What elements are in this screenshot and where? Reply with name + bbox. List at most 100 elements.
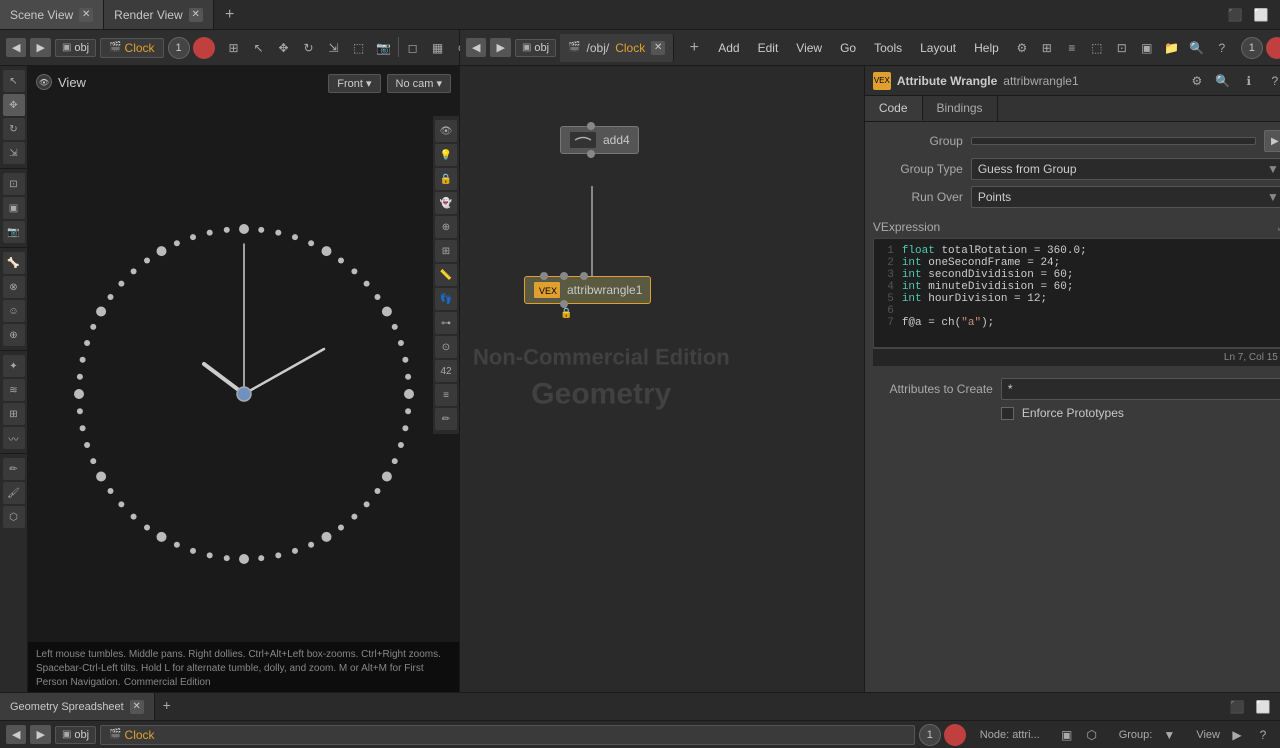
add4-node-box[interactable]: add4 (560, 126, 639, 154)
stroke-icon[interactable]: ≡ (435, 384, 457, 406)
node-mat-icon[interactable]: ⬡ (1081, 724, 1103, 746)
bone-icon[interactable]: 🦴 (3, 252, 25, 274)
add-tab-button[interactable]: + (218, 3, 242, 27)
group-input[interactable] (971, 137, 1256, 145)
transform-icon[interactable]: ⊡ (3, 173, 25, 195)
attribwrangle1-node[interactable]: VEX attribwrangle1 🔒 (524, 276, 651, 304)
view-play-icon[interactable]: ▶ (1226, 724, 1248, 746)
geometry-spreadsheet-tab[interactable]: Geometry Spreadsheet ✕ (0, 693, 155, 720)
front-dropdown[interactable]: Front ▾ (328, 74, 380, 93)
group-type-dropdown[interactable]: Guess from Group ▼ (971, 158, 1280, 180)
pose-icon[interactable]: ☺ (3, 300, 25, 322)
menu-view[interactable]: View (788, 38, 830, 58)
cloth-icon[interactable]: ⊞ (3, 403, 25, 425)
edit-icon[interactable]: ✏ (3, 458, 25, 480)
network-tool4-icon[interactable]: ⬚ (1086, 37, 1108, 59)
tab-bindings[interactable]: Bindings (923, 96, 998, 121)
move-tool-icon[interactable]: ✥ (3, 94, 25, 116)
record-button-bottom[interactable] (944, 724, 966, 746)
bottom-help-icon[interactable]: ? (1252, 724, 1274, 746)
tab-scene-view[interactable]: Scene View ✕ (0, 0, 104, 29)
forward-button-right[interactable]: ▶ (490, 38, 510, 57)
menu-help[interactable]: Help (966, 38, 1007, 58)
group-arrow-btn[interactable]: ▶ (1264, 130, 1280, 152)
menu-layout[interactable]: Layout (912, 38, 964, 58)
network-tool7-icon[interactable]: 📁 (1161, 37, 1183, 59)
network-tab-close[interactable]: ✕ (651, 41, 665, 55)
attrib-search-icon[interactable]: 🔍 (1212, 70, 1234, 92)
scene-view-tab-close[interactable]: ✕ (79, 8, 93, 22)
camera-tool-icon[interactable]: 📷 (3, 221, 25, 243)
maximize-icon[interactable]: ⬛ (1224, 4, 1246, 26)
menu-tools[interactable]: Tools (866, 38, 910, 58)
vex-editor[interactable]: 1 float totalRotation = 360.0; 2 int one… (873, 238, 1280, 348)
select-tool-icon[interactable]: ↖ (3, 70, 25, 92)
menu-go[interactable]: Go (832, 38, 864, 58)
measure-icon[interactable]: 📏 (435, 264, 457, 286)
clock-path-left[interactable]: 🎬 Clock (100, 38, 163, 58)
run-over-dropdown[interactable]: Points ▼ (971, 186, 1280, 208)
attrib-help-icon[interactable]: ? (1264, 70, 1280, 92)
forward-button[interactable]: ▶ (30, 38, 50, 57)
fluid-icon[interactable]: ≋ (3, 379, 25, 401)
menu-edit[interactable]: Edit (750, 38, 787, 58)
add-network-tab[interactable]: + (682, 36, 706, 60)
network-tool6-icon[interactable]: ▣ (1136, 37, 1158, 59)
camera-icon[interactable]: 📷 (373, 37, 395, 59)
move-icon[interactable]: ✥ (273, 37, 295, 59)
enforce-checkbox[interactable] (1001, 407, 1014, 420)
muscle-icon[interactable]: ⊕ (3, 324, 25, 346)
toggle-icon[interactable]: ⊙ (435, 336, 457, 358)
back-button[interactable]: ◀ (6, 38, 26, 57)
object-icon[interactable]: ▣ (3, 197, 25, 219)
scale-icon[interactable]: ⇲ (323, 37, 345, 59)
edit2-icon[interactable]: ✏ (435, 408, 457, 430)
node-disp-icon[interactable]: ▣ (1056, 724, 1078, 746)
ik-icon[interactable]: ⊗ (3, 276, 25, 298)
light-icon[interactable]: 💡 (435, 144, 457, 166)
footprint-icon[interactable]: 👣 (435, 288, 457, 310)
snap-grid-icon[interactable]: ⊞ (435, 240, 457, 262)
scene-viewport[interactable]: 👁 View Front ▾ No cam ▾ 👁 💡 🔒 👻 ⊕ ⊞ 📏 (28, 66, 459, 692)
render-icon[interactable]: ▦ (427, 37, 449, 59)
vis-icon[interactable]: 👁 (435, 120, 457, 142)
network-search-icon[interactable]: 🔍 (1186, 37, 1208, 59)
bottom-maximize-icon[interactable]: ⬛ (1226, 696, 1248, 718)
scale-tool-icon[interactable]: ⇲ (3, 142, 25, 164)
render-view-tab-close[interactable]: ✕ (189, 8, 203, 22)
add-bottom-tab[interactable]: + (155, 693, 179, 717)
select-icon[interactable]: ⬚ (348, 37, 370, 59)
bottom-float-icon[interactable]: ⬜ (1252, 696, 1274, 718)
rotate-icon[interactable]: ↻ (298, 37, 320, 59)
network-tool2-icon[interactable]: ⊞ (1036, 37, 1058, 59)
align-icon[interactable]: ⊶ (435, 312, 457, 334)
bottom-fwd-btn[interactable]: ▶ (30, 725, 50, 744)
group-filter-icon[interactable]: ▼ (1158, 724, 1180, 746)
menu-add[interactable]: Add (710, 38, 747, 58)
record-button-right[interactable] (1266, 37, 1280, 59)
clock-path-bottom[interactable]: 🎬 Clock (100, 725, 915, 745)
cam-dropdown[interactable]: No cam ▾ (387, 74, 451, 93)
bottom-back-btn[interactable]: ◀ (6, 725, 26, 744)
rotate-tool-icon[interactable]: ↻ (3, 118, 25, 140)
attribwrangle1-node-box[interactable]: VEX attribwrangle1 (524, 276, 651, 304)
back-button-right[interactable]: ◀ (466, 38, 486, 57)
num-icon[interactable]: 42 (435, 360, 457, 382)
tab-render-view[interactable]: Render View ✕ (104, 0, 213, 29)
record-button-left[interactable] (193, 37, 215, 59)
sculpt-icon[interactable]: ⬡ (3, 506, 25, 528)
network-viewport[interactable]: Non-Commercial Edition Geometry add4 (460, 66, 864, 692)
network-help2-icon[interactable]: ? (1211, 37, 1233, 59)
paint-icon[interactable]: 🖌 (3, 482, 25, 504)
add4-node[interactable]: add4 (560, 126, 639, 154)
grid-icon[interactable]: ⊞ (223, 37, 245, 59)
wire-icon[interactable]: 〰 (3, 427, 25, 449)
network-tool5-icon[interactable]: ⊡ (1111, 37, 1133, 59)
attrib-settings-icon[interactable]: ⚙ (1186, 70, 1208, 92)
tab-code[interactable]: Code (865, 96, 923, 121)
attributes-input[interactable] (1001, 378, 1280, 400)
lock-icon[interactable]: 🔒 (435, 168, 457, 190)
origin-icon[interactable]: ⊕ (435, 216, 457, 238)
ghost-icon[interactable]: 👻 (435, 192, 457, 214)
attrib-info-icon[interactable]: ℹ (1238, 70, 1260, 92)
